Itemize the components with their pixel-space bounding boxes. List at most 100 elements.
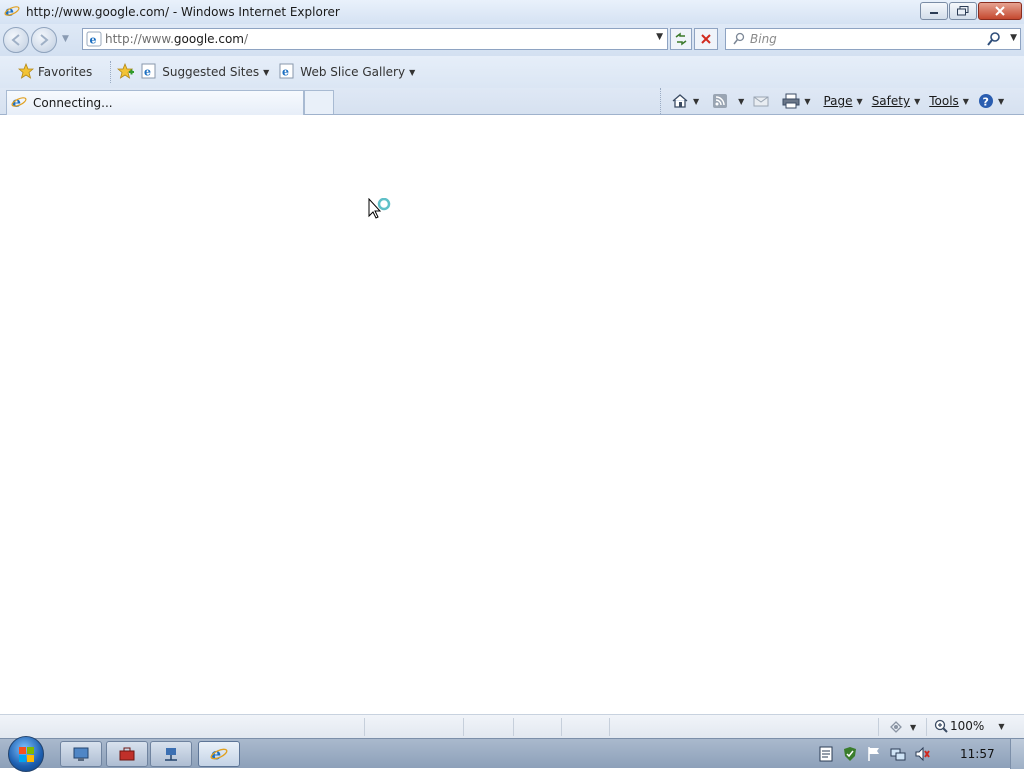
status-divider: [513, 718, 514, 736]
add-to-favorites-bar-button[interactable]: [117, 62, 135, 82]
back-button[interactable]: [3, 27, 29, 53]
favorites-label: Favorites: [38, 65, 93, 79]
search-icon[interactable]: [986, 31, 1002, 50]
new-tab-button[interactable]: [304, 90, 334, 114]
ie-icon: e: [4, 3, 20, 22]
volume-muted-icon[interactable]: [914, 746, 930, 762]
favorites-star-icon: [17, 62, 35, 82]
taskbar-app-1[interactable]: [60, 741, 102, 767]
taskbar-app-2[interactable]: [106, 741, 148, 767]
web-slice-gallery-label: Web Slice Gallery: [300, 65, 406, 79]
favorites-bar: Favorites e Suggested Sites ▼ e Web Slic…: [0, 56, 1024, 88]
restore-button[interactable]: [949, 2, 977, 20]
command-bar: ▼ ▼ ▼ Page ▼ Safety ▼ Tools ▼ ? ▼: [660, 88, 1013, 114]
title-bar[interactable]: e http://www.google.com/ - Windows Inter…: [0, 0, 1024, 24]
print-button[interactable]: ▼: [782, 93, 810, 109]
suggested-sites-link[interactable]: e Suggested Sites ▼: [141, 63, 269, 82]
system-tray: [818, 741, 938, 767]
svg-text:e: e: [144, 65, 151, 78]
action-center-flag-icon[interactable]: [866, 746, 882, 762]
network-icon[interactable]: [890, 746, 906, 762]
chevron-down-icon: ▼: [263, 67, 270, 77]
close-icon: [995, 6, 1005, 16]
feeds-button[interactable]: ▼: [712, 93, 744, 109]
safety-menu[interactable]: Safety ▼: [872, 94, 921, 108]
svg-text:?: ?: [982, 96, 988, 109]
computer-icon: [73, 747, 89, 761]
svg-text:e: e: [90, 34, 97, 47]
show-desktop-button[interactable]: [1010, 739, 1024, 769]
page-content[interactable]: [0, 116, 1024, 714]
home-button[interactable]: ▼: [671, 93, 699, 109]
chevron-down-icon: ▼: [997, 96, 1005, 106]
zoom-icon: [934, 719, 948, 733]
chevron-down-icon[interactable]: ▼: [804, 97, 810, 106]
back-icon: [11, 34, 20, 46]
safety-menu-label: Safety: [871, 94, 911, 108]
address-dropdown[interactable]: ▼: [656, 32, 663, 42]
tab-row: e Connecting... ▼ ▼ ▼ Page ▼ Safety ▼ To: [0, 88, 1024, 115]
chevron-down-icon: ▼: [962, 96, 969, 106]
window-controls: [919, 2, 1022, 20]
help-button[interactable]: ? ▼: [978, 93, 1004, 109]
chevron-down-icon[interactable]: ▼: [693, 97, 699, 106]
page-menu-label: Page: [823, 94, 853, 108]
minimize-button[interactable]: [920, 2, 948, 20]
print-icon: [782, 93, 800, 109]
zoom-level: 100%: [950, 719, 985, 733]
help-icon: ?: [978, 94, 993, 109]
tab-connecting[interactable]: e Connecting...: [6, 90, 304, 115]
status-divider: [364, 718, 365, 736]
feeds-icon: [713, 94, 728, 108]
forward-icon: [40, 34, 49, 46]
taskbar-internet-explorer[interactable]: e: [198, 741, 240, 767]
page-ie-icon: e: [86, 31, 102, 50]
search-input[interactable]: Bing: [750, 32, 777, 46]
web-slice-gallery-link[interactable]: e Web Slice Gallery ▼: [279, 63, 415, 82]
security-shield-icon[interactable]: [842, 746, 858, 762]
start-button[interactable]: [8, 736, 44, 772]
mail-icon: [753, 96, 769, 107]
refresh-icon: [675, 32, 687, 46]
page-menu[interactable]: Page ▼: [823, 94, 862, 108]
ie-icon: e: [11, 94, 27, 113]
tab-label: Connecting...: [33, 96, 113, 110]
chevron-down-icon: ▼: [998, 721, 1005, 731]
address-input[interactable]: http://www.google.com/: [105, 32, 248, 46]
chevron-down-icon[interactable]: ▼: [738, 97, 744, 106]
suggested-sites-label: Suggested Sites: [162, 65, 260, 79]
clock[interactable]: 11:57: [960, 747, 995, 761]
taskbar-app-3[interactable]: [150, 741, 192, 767]
toolbox-icon: [119, 747, 135, 761]
address-bar[interactable]: e http://www.google.com/ ▼: [82, 28, 668, 50]
favorites-button[interactable]: Favorites: [17, 62, 93, 82]
tools-menu[interactable]: Tools ▼: [929, 94, 969, 108]
protected-mode-button[interactable]: ▼: [888, 720, 916, 734]
stop-button[interactable]: [694, 28, 718, 50]
chevron-down-icon: ▼: [856, 96, 863, 106]
forward-button[interactable]: [31, 27, 57, 53]
restore-icon: [957, 6, 969, 16]
close-button[interactable]: [978, 2, 1022, 20]
status-divider: [926, 718, 927, 736]
ie-page-icon: e: [141, 63, 157, 82]
search-options-dropdown[interactable]: ▼: [1010, 33, 1017, 43]
search-box[interactable]: Bing ▼: [725, 28, 1021, 50]
status-divider: [878, 718, 879, 736]
status-divider: [609, 718, 610, 736]
read-mail-button[interactable]: [753, 94, 769, 108]
chevron-down-icon: ▼: [910, 722, 917, 732]
stop-icon: [701, 34, 711, 44]
recent-pages-dropdown[interactable]: ▼: [62, 34, 69, 44]
home-icon: [672, 94, 688, 108]
status-divider: [561, 718, 562, 736]
refresh-button[interactable]: [670, 28, 692, 50]
status-bar: ▼ 100% ▼: [0, 714, 1024, 738]
document-icon[interactable]: [818, 746, 834, 762]
minimize-icon: [930, 12, 938, 14]
window-title: http://www.google.com/ - Windows Interne…: [26, 5, 340, 19]
zoom-button[interactable]: 100% ▼: [934, 719, 1004, 733]
svg-text:e: e: [282, 65, 289, 78]
bing-search-icon: [731, 32, 747, 49]
network-tool-icon: [165, 748, 177, 761]
